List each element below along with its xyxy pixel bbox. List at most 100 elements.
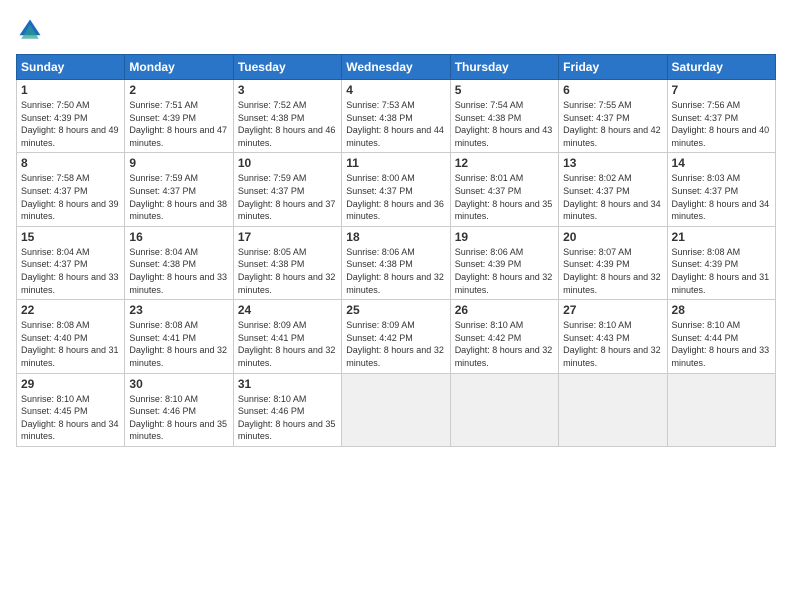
day-number: 27 bbox=[563, 303, 662, 317]
calendar-cell: 16 Sunrise: 8:04 AMSunset: 4:38 PMDayligh… bbox=[125, 226, 233, 299]
day-info: Sunrise: 8:06 AMSunset: 4:38 PMDaylight:… bbox=[346, 246, 445, 296]
day-number: 3 bbox=[238, 83, 337, 97]
day-number: 25 bbox=[346, 303, 445, 317]
calendar-cell: 7 Sunrise: 7:56 AMSunset: 4:37 PMDaylight… bbox=[667, 80, 775, 153]
day-info: Sunrise: 8:09 AMSunset: 4:41 PMDaylight:… bbox=[238, 319, 337, 369]
day-info: Sunrise: 8:03 AMSunset: 4:37 PMDaylight:… bbox=[672, 172, 771, 222]
calendar-cell: 4 Sunrise: 7:53 AMSunset: 4:38 PMDaylight… bbox=[342, 80, 450, 153]
calendar-cell: 23 Sunrise: 8:08 AMSunset: 4:41 PMDayligh… bbox=[125, 300, 233, 373]
day-info: Sunrise: 8:09 AMSunset: 4:42 PMDaylight:… bbox=[346, 319, 445, 369]
day-info: Sunrise: 8:05 AMSunset: 4:38 PMDaylight:… bbox=[238, 246, 337, 296]
day-info: Sunrise: 8:08 AMSunset: 4:41 PMDaylight:… bbox=[129, 319, 228, 369]
day-info: Sunrise: 7:59 AMSunset: 4:37 PMDaylight:… bbox=[238, 172, 337, 222]
calendar-cell: 8 Sunrise: 7:58 AMSunset: 4:37 PMDaylight… bbox=[17, 153, 125, 226]
weekday-header-tuesday: Tuesday bbox=[233, 55, 341, 80]
day-number: 14 bbox=[672, 156, 771, 170]
day-info: Sunrise: 7:59 AMSunset: 4:37 PMDaylight:… bbox=[129, 172, 228, 222]
day-number: 30 bbox=[129, 377, 228, 391]
calendar-cell: 13 Sunrise: 8:02 AMSunset: 4:37 PMDayligh… bbox=[559, 153, 667, 226]
logo bbox=[16, 16, 48, 44]
calendar-cell: 14 Sunrise: 8:03 AMSunset: 4:37 PMDayligh… bbox=[667, 153, 775, 226]
day-number: 16 bbox=[129, 230, 228, 244]
calendar-week-4: 22Sunrise: 8:08 AMSunset: 4:40 PMDayligh… bbox=[17, 300, 776, 373]
calendar-cell bbox=[559, 373, 667, 446]
calendar-cell: 31Sunrise: 8:10 AMSunset: 4:46 PMDayligh… bbox=[233, 373, 341, 446]
day-number: 9 bbox=[129, 156, 228, 170]
weekday-header-thursday: Thursday bbox=[450, 55, 558, 80]
calendar-week-3: 15Sunrise: 8:04 AMSunset: 4:37 PMDayligh… bbox=[17, 226, 776, 299]
day-info: Sunrise: 8:10 AMSunset: 4:45 PMDaylight:… bbox=[21, 393, 120, 443]
day-info: Sunrise: 8:07 AMSunset: 4:39 PMDaylight:… bbox=[563, 246, 662, 296]
calendar-cell: 1 Sunrise: 7:50 AMSunset: 4:39 PMDaylight… bbox=[17, 80, 125, 153]
calendar-cell: 26 Sunrise: 8:10 AMSunset: 4:42 PMDayligh… bbox=[450, 300, 558, 373]
day-info: Sunrise: 8:08 AMSunset: 4:39 PMDaylight:… bbox=[672, 246, 771, 296]
day-info: Sunrise: 8:10 AMSunset: 4:46 PMDaylight:… bbox=[129, 393, 228, 443]
day-number: 7 bbox=[672, 83, 771, 97]
day-number: 21 bbox=[672, 230, 771, 244]
day-info: Sunrise: 8:01 AMSunset: 4:37 PMDaylight:… bbox=[455, 172, 554, 222]
day-number: 2 bbox=[129, 83, 228, 97]
day-number: 6 bbox=[563, 83, 662, 97]
calendar-week-5: 29 Sunrise: 8:10 AMSunset: 4:45 PMDayligh… bbox=[17, 373, 776, 446]
day-info: Sunrise: 7:58 AMSunset: 4:37 PMDaylight:… bbox=[21, 172, 120, 222]
day-number: 26 bbox=[455, 303, 554, 317]
weekday-header-sunday: Sunday bbox=[17, 55, 125, 80]
calendar-cell: 30 Sunrise: 8:10 AMSunset: 4:46 PMDayligh… bbox=[125, 373, 233, 446]
day-info: Sunrise: 8:06 AMSunset: 4:39 PMDaylight:… bbox=[455, 246, 554, 296]
day-number: 23 bbox=[129, 303, 228, 317]
header-row bbox=[16, 16, 776, 44]
day-info: Sunrise: 7:56 AMSunset: 4:37 PMDaylight:… bbox=[672, 99, 771, 149]
calendar-cell: 28 Sunrise: 8:10 AMSunset: 4:44 PMDayligh… bbox=[667, 300, 775, 373]
day-number: 10 bbox=[238, 156, 337, 170]
calendar-cell bbox=[450, 373, 558, 446]
day-info: Sunrise: 8:10 AMSunset: 4:42 PMDaylight:… bbox=[455, 319, 554, 369]
day-number: 24 bbox=[238, 303, 337, 317]
day-number: 1 bbox=[21, 83, 120, 97]
day-number: 8 bbox=[21, 156, 120, 170]
day-number: 4 bbox=[346, 83, 445, 97]
calendar-cell: 22Sunrise: 8:08 AMSunset: 4:40 PMDayligh… bbox=[17, 300, 125, 373]
weekday-header-row: SundayMondayTuesdayWednesdayThursdayFrid… bbox=[17, 55, 776, 80]
day-info: Sunrise: 8:04 AMSunset: 4:38 PMDaylight:… bbox=[129, 246, 228, 296]
day-number: 13 bbox=[563, 156, 662, 170]
day-number: 5 bbox=[455, 83, 554, 97]
calendar-cell: 20 Sunrise: 8:07 AMSunset: 4:39 PMDayligh… bbox=[559, 226, 667, 299]
weekday-header-saturday: Saturday bbox=[667, 55, 775, 80]
calendar-cell: 25 Sunrise: 8:09 AMSunset: 4:42 PMDayligh… bbox=[342, 300, 450, 373]
calendar-cell: 18 Sunrise: 8:06 AMSunset: 4:38 PMDayligh… bbox=[342, 226, 450, 299]
day-info: Sunrise: 7:53 AMSunset: 4:38 PMDaylight:… bbox=[346, 99, 445, 149]
calendar-cell bbox=[342, 373, 450, 446]
day-number: 15 bbox=[21, 230, 120, 244]
calendar-cell: 29 Sunrise: 8:10 AMSunset: 4:45 PMDayligh… bbox=[17, 373, 125, 446]
weekday-header-wednesday: Wednesday bbox=[342, 55, 450, 80]
calendar-cell: 11 Sunrise: 8:00 AMSunset: 4:37 PMDayligh… bbox=[342, 153, 450, 226]
calendar-cell: 17 Sunrise: 8:05 AMSunset: 4:38 PMDayligh… bbox=[233, 226, 341, 299]
day-number: 20 bbox=[563, 230, 662, 244]
calendar-cell: 12 Sunrise: 8:01 AMSunset: 4:37 PMDayligh… bbox=[450, 153, 558, 226]
calendar-cell: 3Sunrise: 7:52 AMSunset: 4:38 PMDaylight… bbox=[233, 80, 341, 153]
day-info: Sunrise: 8:10 AMSunset: 4:43 PMDaylight:… bbox=[563, 319, 662, 369]
calendar-cell: 2Sunrise: 7:51 AMSunset: 4:39 PMDaylight… bbox=[125, 80, 233, 153]
day-number: 19 bbox=[455, 230, 554, 244]
day-number: 31 bbox=[238, 377, 337, 391]
calendar-cell: 19 Sunrise: 8:06 AMSunset: 4:39 PMDayligh… bbox=[450, 226, 558, 299]
day-number: 17 bbox=[238, 230, 337, 244]
calendar-cell: 10 Sunrise: 7:59 AMSunset: 4:37 PMDayligh… bbox=[233, 153, 341, 226]
day-number: 12 bbox=[455, 156, 554, 170]
calendar-cell: 15Sunrise: 8:04 AMSunset: 4:37 PMDayligh… bbox=[17, 226, 125, 299]
day-info: Sunrise: 8:00 AMSunset: 4:37 PMDaylight:… bbox=[346, 172, 445, 222]
day-info: Sunrise: 8:10 AMSunset: 4:44 PMDaylight:… bbox=[672, 319, 771, 369]
calendar-cell bbox=[667, 373, 775, 446]
calendar-cell: 5Sunrise: 7:54 AMSunset: 4:38 PMDaylight… bbox=[450, 80, 558, 153]
day-number: 22 bbox=[21, 303, 120, 317]
day-number: 11 bbox=[346, 156, 445, 170]
calendar-table: SundayMondayTuesdayWednesdayThursdayFrid… bbox=[16, 54, 776, 447]
day-number: 18 bbox=[346, 230, 445, 244]
day-info: Sunrise: 7:55 AMSunset: 4:37 PMDaylight:… bbox=[563, 99, 662, 149]
day-info: Sunrise: 7:50 AMSunset: 4:39 PMDaylight:… bbox=[21, 99, 120, 149]
day-info: Sunrise: 8:02 AMSunset: 4:37 PMDaylight:… bbox=[563, 172, 662, 222]
day-number: 28 bbox=[672, 303, 771, 317]
calendar-cell: 6 Sunrise: 7:55 AMSunset: 4:37 PMDaylight… bbox=[559, 80, 667, 153]
calendar-cell: 24 Sunrise: 8:09 AMSunset: 4:41 PMDayligh… bbox=[233, 300, 341, 373]
day-number: 29 bbox=[21, 377, 120, 391]
